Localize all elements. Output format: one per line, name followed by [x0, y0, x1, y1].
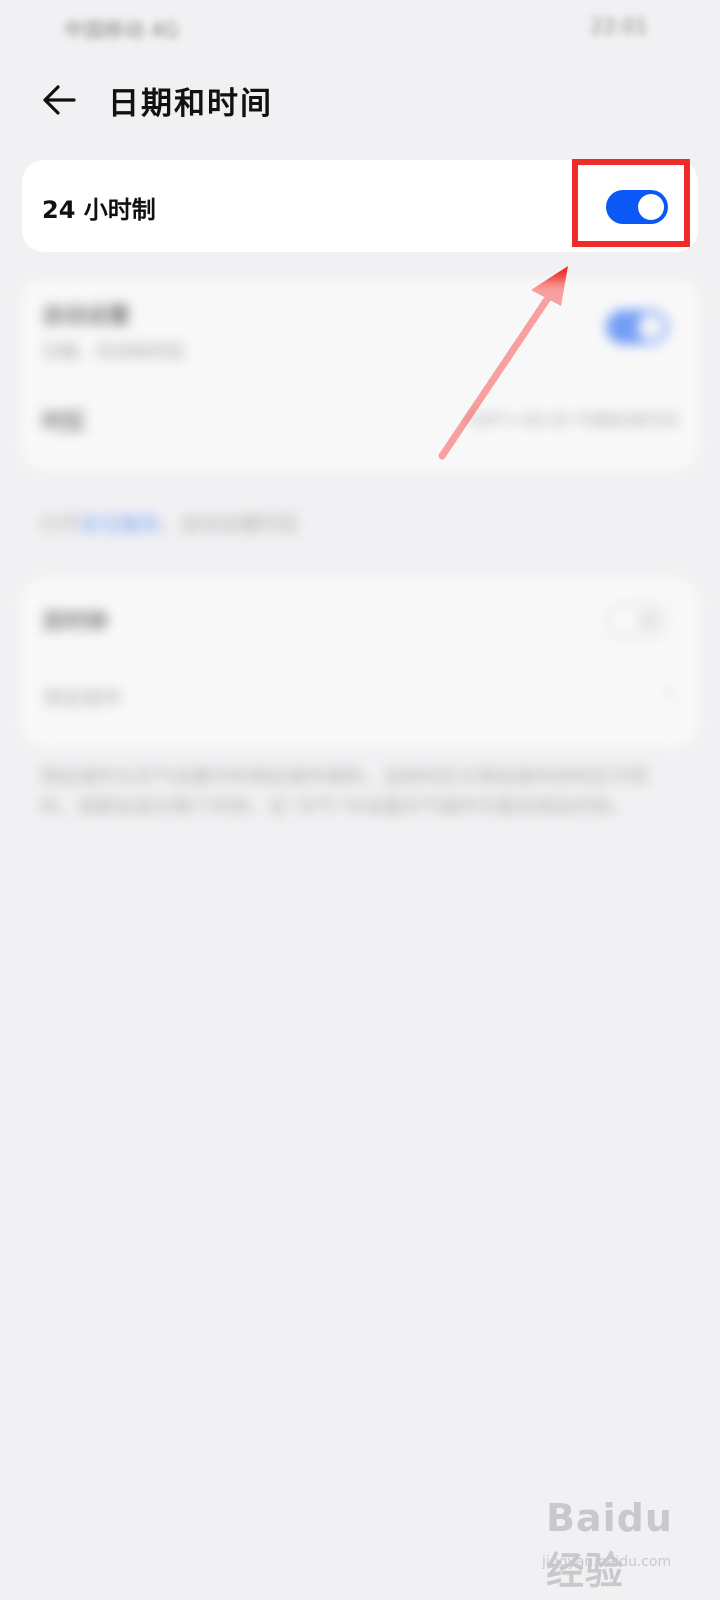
- watermark-brand: Baidu 经验: [546, 1496, 673, 1593]
- dual-clock-label: 双时钟: [42, 610, 109, 635]
- auto-settings-toggle[interactable]: [606, 310, 668, 344]
- 24-hour-label: 24 小时制: [42, 196, 156, 224]
- dual-clock-toggle[interactable]: [606, 604, 668, 638]
- auto-settings-title: 自动设置: [42, 304, 131, 329]
- timezone-label[interactable]: 时区: [42, 404, 86, 436]
- location-note-prefix: 打开: [40, 512, 80, 536]
- carrier-text: 中国移动 4G: [64, 18, 179, 42]
- status-bar: 中国移动 4G 22:01: [0, 0, 720, 56]
- timezone-value: GMT+08:00 中国标准时间: [469, 411, 678, 431]
- back-arrow-icon[interactable]: [38, 78, 82, 122]
- watermark-url: jingyan.baidu.com: [542, 1554, 672, 1570]
- location-service-link[interactable]: 定位服务: [80, 512, 160, 536]
- auto-settings-subtitle: 日期、时间和时区: [42, 342, 186, 363]
- auto-settings-card: 自动设置 日期、时间和时区 时区 GMT+08:00 中国标准时间: [22, 280, 698, 470]
- toggle-knob: [638, 610, 660, 632]
- dual-clock-note: 常驻城市与天气设置中的常驻城市相同，当前时区与常驻城市的时区不同时，锁屏会显示两…: [40, 766, 649, 818]
- page-title: 日期和时间: [108, 86, 273, 122]
- clock-text: 22:01: [590, 14, 648, 38]
- chevron-right-icon: ›: [665, 680, 674, 705]
- dual-clock-card: 双时钟 常驻城市 ›: [22, 578, 698, 746]
- header: 日期和时间: [0, 60, 720, 140]
- toggle-knob: [638, 314, 664, 340]
- home-city-label[interactable]: 常驻城市: [42, 682, 122, 711]
- watermark: Baidu 经验 jingyan.baidu.com: [540, 1488, 710, 1593]
- location-note-suffix: ，自动设置时区: [160, 512, 300, 536]
- highlight-box: [572, 159, 690, 247]
- location-note: 打开定位服务，自动设置时区: [40, 508, 300, 537]
